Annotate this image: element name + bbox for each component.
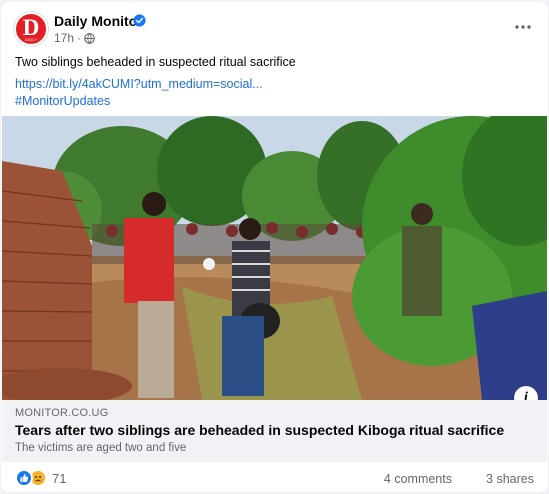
avatar[interactable]: D DAILY MONITOR (14, 12, 48, 46)
shares-count[interactable]: 3 shares (486, 472, 534, 486)
globe-icon (84, 32, 95, 44)
post-header: D DAILY MONITOR Daily Monitor 17h · (1, 2, 548, 50)
post-timestamp[interactable]: 17h (54, 31, 74, 45)
preview-description: The victims are aged two and five (15, 442, 187, 454)
like-reaction-icon (15, 469, 33, 487)
post-meta: 17h · (54, 31, 95, 45)
post-photo[interactable] (2, 116, 547, 400)
preview-headline[interactable]: Tears after two siblings are beheaded in… (15, 422, 504, 438)
photo-scene (2, 116, 547, 400)
post-hashtag[interactable]: #MonitorUpdates (15, 93, 110, 109)
post-card: D DAILY MONITOR Daily Monitor 17h · Two … (1, 2, 548, 492)
verified-badge-icon (133, 14, 146, 27)
post-footer: 71 4 comments 3 shares (1, 464, 548, 492)
page-name[interactable]: Daily Monitor (54, 13, 143, 29)
meta-separator: · (77, 31, 82, 45)
comments-count[interactable]: 4 comments (384, 472, 452, 486)
avatar-subtext: DAILY MONITOR (20, 37, 42, 46)
post-link[interactable]: https://bit.ly/4akCUMI?utm_medium=social… (15, 76, 263, 92)
post-text: Two siblings beheaded in suspected ritua… (15, 55, 296, 69)
reaction-count: 71 (52, 470, 67, 486)
more-options-icon[interactable] (512, 16, 534, 38)
reactions-summary[interactable]: 71 (15, 469, 66, 487)
link-preview[interactable]: MONITOR.CO.UG Tears after two siblings a… (2, 400, 547, 462)
preview-domain: MONITOR.CO.UG (15, 407, 109, 419)
